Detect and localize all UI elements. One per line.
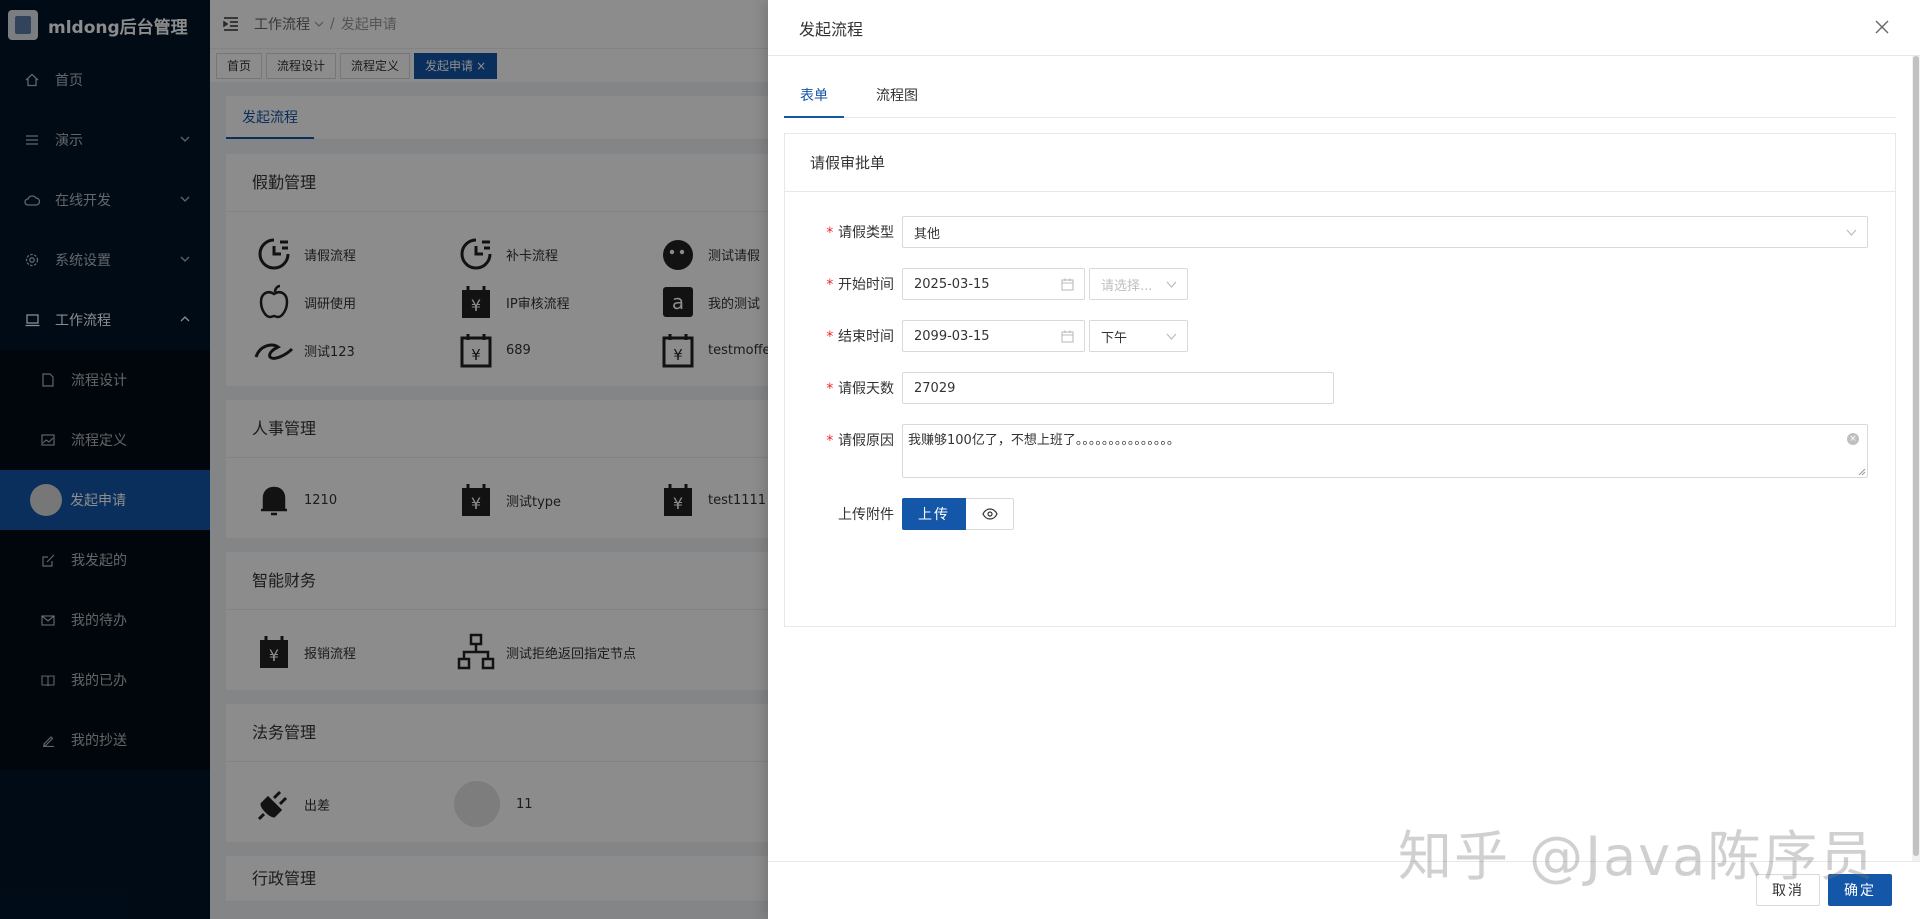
drawer-title: 发起流程	[799, 19, 864, 39]
date-value: 2025-03-15	[914, 276, 990, 292]
select-placeholder: 请选择...	[1101, 278, 1153, 294]
leave-form-card: 请假审批单 * 请假类型 其他 * 开始时间 2025-03-15 请选择... *…	[784, 133, 1896, 627]
resize-handle-icon[interactable]	[1858, 468, 1866, 476]
preview-button[interactable]	[966, 498, 1014, 530]
card-title: 请假审批单	[785, 134, 1895, 192]
leave-type-select[interactable]: 其他	[902, 216, 1868, 248]
required-mark: *	[825, 381, 834, 397]
form-label: * 请假类型	[825, 225, 894, 241]
select-value: 其他	[914, 226, 941, 242]
end-period-select[interactable]: 下午	[1089, 320, 1188, 352]
chevron-down-icon	[1166, 281, 1177, 288]
required-mark: *	[825, 329, 834, 345]
form-label: * 请假天数	[825, 381, 894, 397]
calendar-icon	[1061, 278, 1074, 291]
form-row-end-time: * 结束时间 2099-03-15 下午	[785, 320, 1188, 352]
end-date-picker[interactable]: 2099-03-15	[902, 320, 1085, 352]
drawer-scrollbar[interactable]	[1912, 56, 1920, 861]
tab-form[interactable]: 表单	[784, 76, 844, 118]
leave-days-input[interactable]: 27029	[902, 372, 1334, 404]
drawer-header: 发起流程	[768, 0, 1920, 56]
watermark-text: 知乎 @Java陈序员	[1398, 825, 1876, 888]
required-mark: *	[825, 277, 834, 293]
drawer-tabs: 表单 流程图	[784, 76, 1896, 118]
start-process-drawer: 发起流程 表单 流程图 请假审批单 * 请假类型 其他 * 开始时间 2025-03…	[768, 0, 1920, 919]
form-label: * 请假原因	[825, 433, 894, 449]
date-value: 2099-03-15	[914, 328, 990, 344]
required-mark: *	[825, 225, 834, 241]
start-period-select[interactable]: 请选择...	[1089, 268, 1188, 300]
start-date-picker[interactable]: 2025-03-15	[902, 268, 1085, 300]
chevron-down-icon	[1846, 229, 1857, 236]
close-icon[interactable]	[1872, 17, 1892, 37]
form-row-leave-type: * 请假类型 其他	[785, 216, 1868, 248]
required-mark: *	[825, 433, 834, 449]
textarea-value: 我赚够100亿了，不想上班了。。。。。。。。。。。。。。。	[908, 433, 1180, 448]
form-row-reason: * 请假原因 我赚够100亿了，不想上班了。。。。。。。。。。。。。。。 ×	[785, 424, 1868, 478]
eye-icon	[981, 508, 998, 520]
form-label: * 开始时间	[825, 277, 894, 293]
form-row-attachment: 上传附件 上传	[785, 498, 1014, 530]
input-value: 27029	[914, 380, 956, 396]
select-value: 下午	[1101, 330, 1128, 346]
form-label: * 结束时间	[825, 329, 894, 345]
form-label: 上传附件	[838, 507, 894, 523]
chevron-down-icon	[1166, 333, 1177, 340]
calendar-icon	[1061, 330, 1074, 343]
upload-button[interactable]: 上传	[902, 498, 966, 530]
form-row-days: * 请假天数 27029	[785, 372, 1334, 404]
tab-flowchart[interactable]: 流程图	[860, 76, 934, 118]
leave-reason-textarea[interactable]: 我赚够100亿了，不想上班了。。。。。。。。。。。。。。。 ×	[902, 424, 1868, 478]
clear-icon[interactable]: ×	[1847, 433, 1859, 445]
form-row-start-time: * 开始时间 2025-03-15 请选择...	[785, 268, 1188, 300]
